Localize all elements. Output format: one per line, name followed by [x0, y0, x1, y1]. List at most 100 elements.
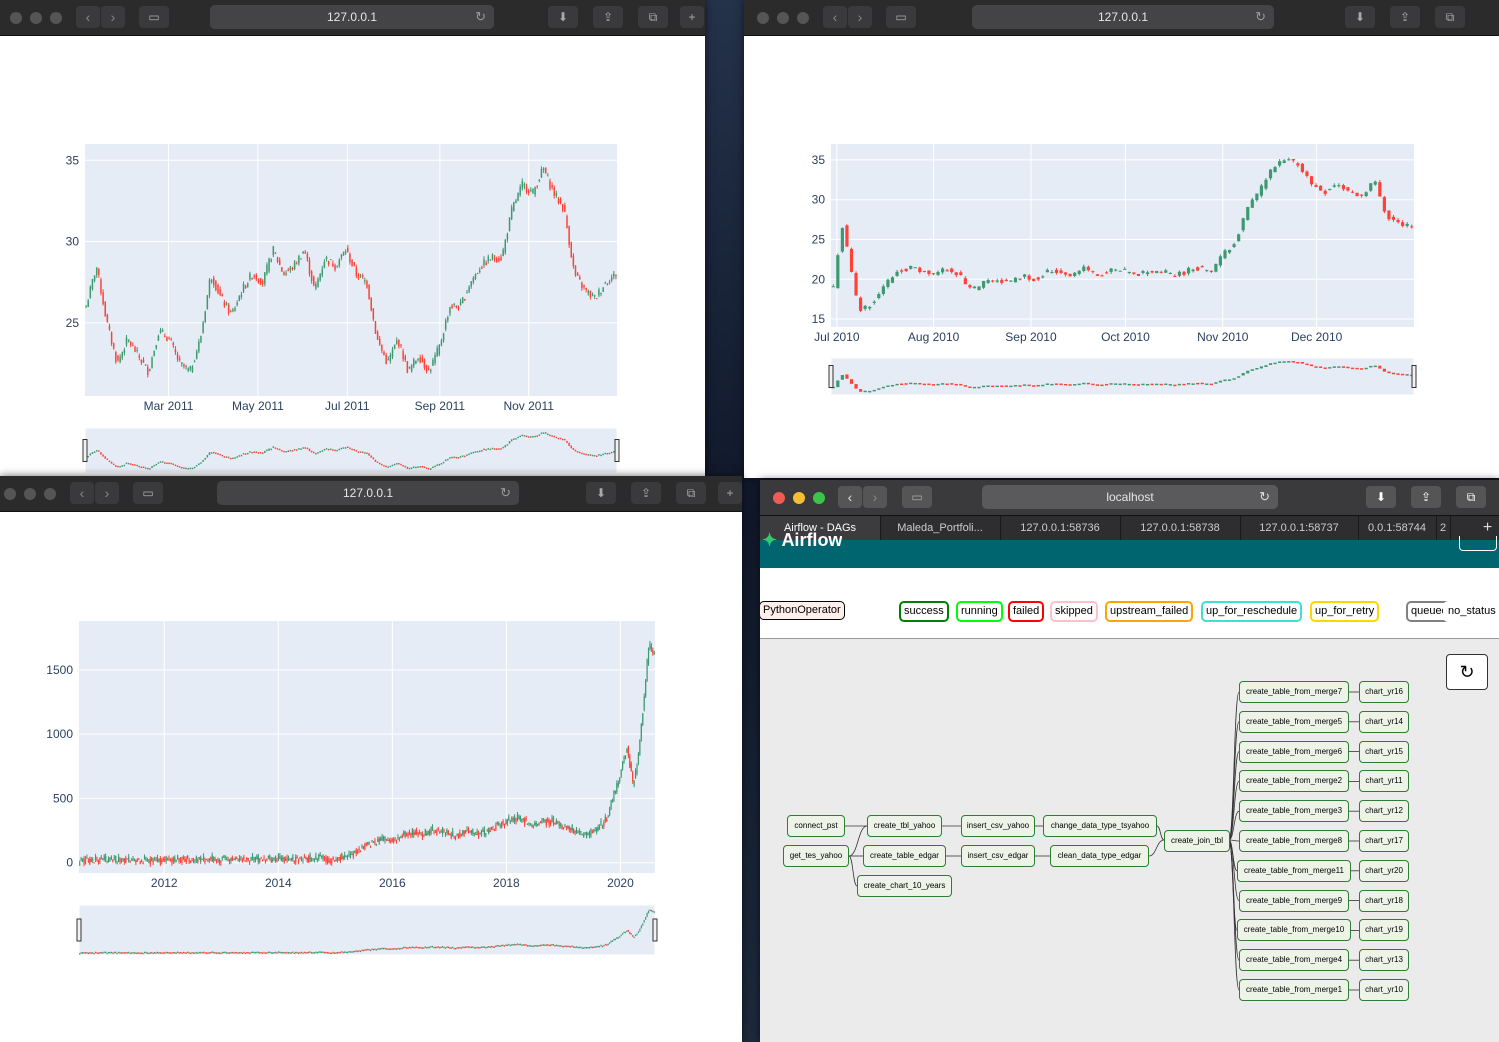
node-create_table_from_merge6[interactable]: create_table_from_merge6: [1239, 740, 1349, 763]
menu-toggle-button[interactable]: [1459, 536, 1497, 551]
node-chart_yr12[interactable]: chart_yr12: [1359, 800, 1409, 823]
node-create_chart_10_years[interactable]: create_chart_10_years: [857, 875, 952, 897]
node-create_join_tbl[interactable]: create_join_tbl: [1164, 830, 1230, 852]
node-get_tes_yahoo[interactable]: get_tes_yahoo: [783, 845, 849, 867]
state-upstream-failed[interactable]: upstream_failed: [1105, 601, 1194, 622]
tab-58744[interactable]: 0.0.1:58744: [1358, 516, 1437, 540]
slider-left-handle[interactable]: [76, 918, 82, 942]
node-create_table_from_merge10[interactable]: create_table_from_merge10: [1237, 919, 1351, 942]
zoom-light[interactable]: [50, 12, 62, 24]
reload-icon[interactable]: ↻: [500, 481, 511, 505]
share-button[interactable]: ⇪: [1411, 486, 1441, 508]
forward-button[interactable]: ›: [848, 6, 872, 28]
range-slider[interactable]: [830, 357, 1415, 396]
reload-icon[interactable]: ↻: [1255, 5, 1266, 29]
new-tab-button[interactable]: +: [718, 482, 742, 504]
node-clean_data_type_edgar[interactable]: clean_data_type_edgar: [1050, 845, 1149, 867]
minimize-light[interactable]: [30, 12, 42, 24]
refresh-button[interactable]: ↻: [1446, 654, 1488, 690]
back-button[interactable]: ‹: [76, 6, 100, 28]
node-chart_yr14[interactable]: chart_yr14: [1359, 710, 1409, 733]
reload-icon[interactable]: ↻: [1259, 485, 1270, 509]
tab-58737[interactable]: 127.0.0.1:58737: [1240, 516, 1359, 540]
node-create_tbl_yahoo[interactable]: create_tbl_yahoo: [867, 815, 942, 837]
state-running[interactable]: running: [956, 601, 1003, 622]
minimize-light[interactable]: [793, 492, 805, 504]
tabs-button[interactable]: ⧉: [1456, 486, 1486, 508]
slider-right-handle[interactable]: [1411, 365, 1417, 388]
node-chart_yr11[interactable]: chart_yr11: [1359, 770, 1409, 793]
reload-icon[interactable]: ↻: [475, 5, 486, 29]
node-insert_csv_edgar[interactable]: insert_csv_edgar: [961, 845, 1035, 867]
state-up-for-reschedule[interactable]: up_for_reschedule: [1201, 601, 1303, 622]
candlestick-chart-2011[interactable]: 253035Mar 2011 May 2011 Jul 2011 Sep 2011 No…: [0, 36, 705, 478]
node-insert_csv_yahoo[interactable]: insert_csv_yahoo: [961, 815, 1035, 837]
node-chart_yr17[interactable]: chart_yr17: [1359, 830, 1409, 852]
zoom-light[interactable]: [813, 492, 825, 504]
forward-button[interactable]: ›: [863, 486, 887, 508]
slider-left-handle[interactable]: [828, 365, 834, 388]
node-connect_pst[interactable]: connect_pst: [787, 815, 845, 837]
node-create_table_from_merge4[interactable]: create_table_from_merge4: [1239, 949, 1349, 972]
tabs-button[interactable]: ⧉: [638, 6, 668, 28]
node-create_table_from_merge5[interactable]: create_table_from_merge5: [1239, 710, 1349, 733]
zoom-light[interactable]: [44, 488, 56, 500]
slider-right-handle[interactable]: [614, 439, 620, 462]
node-create_table_from_merge9[interactable]: create_table_from_merge9: [1239, 889, 1349, 912]
address-bar[interactable]: 127.0.0.1 ↻: [217, 481, 519, 505]
new-tab-button[interactable]: +: [680, 6, 704, 28]
range-slider[interactable]: [78, 904, 656, 956]
node-create_table_from_merge7[interactable]: create_table_from_merge7: [1239, 681, 1349, 703]
zoom-light[interactable]: [797, 12, 809, 24]
node-create_table_edgar[interactable]: create_table_edgar: [863, 845, 946, 867]
node-chart_yr19[interactable]: chart_yr19: [1359, 919, 1409, 942]
candlestick-chart-10-years[interactable]: 0500100015002012 2014 2016 2018 2020: [0, 512, 742, 1042]
close-light[interactable]: [773, 492, 785, 504]
forward-button[interactable]: ›: [95, 482, 119, 504]
sidebar-button[interactable]: ▭: [902, 486, 932, 508]
download-button[interactable]: ⬇: [548, 6, 578, 28]
minimize-light[interactable]: [777, 12, 789, 24]
node-chart_yr13[interactable]: chart_yr13: [1359, 949, 1409, 972]
state-skipped[interactable]: skipped: [1050, 601, 1098, 622]
share-button[interactable]: ⇪: [1390, 6, 1420, 28]
address-bar[interactable]: 127.0.0.1 ↻: [210, 5, 494, 29]
node-chart_yr15[interactable]: chart_yr15: [1359, 740, 1409, 763]
back-button[interactable]: ‹: [838, 486, 862, 508]
back-button[interactable]: ‹: [823, 6, 847, 28]
address-bar[interactable]: 127.0.0.1 ↻: [972, 5, 1274, 29]
tab-overflow[interactable]: 2: [1436, 516, 1451, 540]
node-create_table_from_merge2[interactable]: create_table_from_merge2: [1239, 770, 1349, 793]
download-button[interactable]: ⬇: [1366, 486, 1396, 508]
sidebar-button[interactable]: ▭: [886, 6, 916, 28]
back-button[interactable]: ‹: [70, 482, 94, 504]
slider-left-handle[interactable]: [82, 439, 88, 462]
node-chart_yr20[interactable]: chart_yr20: [1359, 859, 1409, 882]
tab-portfolio[interactable]: Maleda_Portfoli...: [880, 516, 1001, 540]
download-button[interactable]: ⬇: [1345, 6, 1375, 28]
node-create_table_from_merge1[interactable]: create_table_from_merge1: [1239, 979, 1349, 1001]
node-change_data_type_tsyahoo[interactable]: change_data_type_tsyahoo: [1043, 815, 1157, 837]
download-button[interactable]: ⬇: [586, 482, 616, 504]
close-light[interactable]: [10, 12, 22, 24]
airflow-logo[interactable]: ✦ Airflow: [762, 530, 842, 546]
close-light[interactable]: [4, 488, 16, 500]
node-create_table_from_merge8[interactable]: create_table_from_merge8: [1239, 830, 1349, 852]
minimize-light[interactable]: [24, 488, 36, 500]
tab-58736[interactable]: 127.0.0.1:58736: [1000, 516, 1121, 540]
state-no-status[interactable]: no_status: [1443, 601, 1499, 622]
tabs-button[interactable]: ⧉: [1435, 6, 1465, 28]
state-failed[interactable]: failed: [1008, 601, 1045, 622]
share-button[interactable]: ⇪: [631, 482, 661, 504]
node-chart_yr16[interactable]: chart_yr16: [1359, 681, 1409, 703]
node-chart_yr10[interactable]: chart_yr10: [1359, 979, 1409, 1001]
node-create_table_from_merge11[interactable]: create_table_from_merge11: [1237, 859, 1351, 882]
slider-right-handle[interactable]: [652, 918, 658, 942]
range-slider[interactable]: [84, 427, 618, 474]
forward-button[interactable]: ›: [101, 6, 125, 28]
tab-58738[interactable]: 127.0.0.1:58738: [1120, 516, 1241, 540]
share-button[interactable]: ⇪: [593, 6, 623, 28]
state-success[interactable]: success: [899, 601, 949, 622]
node-chart_yr18[interactable]: chart_yr18: [1359, 889, 1409, 912]
close-light[interactable]: [757, 12, 769, 24]
